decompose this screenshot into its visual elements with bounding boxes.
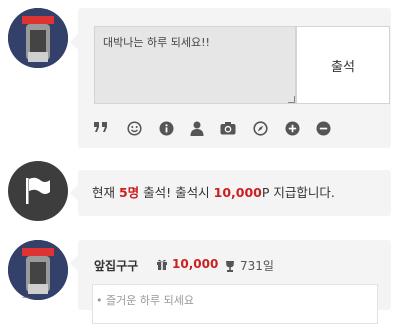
reward-points: 10,000: [213, 185, 262, 200]
minus-circle-icon[interactable]: [314, 119, 332, 137]
compass-icon[interactable]: [251, 119, 269, 137]
attendance-message-input[interactable]: [94, 26, 296, 104]
entry-message: • 즐거운 하루 되세요: [96, 294, 194, 307]
plus-circle-icon[interactable]: [283, 119, 301, 137]
info-icon[interactable]: [157, 119, 175, 137]
gift-icon: [157, 259, 167, 270]
entry-points: 10,000: [156, 257, 218, 271]
notice-text: 현재 5명 출석! 출석시 10,000P 지급합니다.: [92, 185, 335, 200]
camera-icon[interactable]: [219, 119, 237, 137]
entry-rank-label: ㅡ: [22, 294, 31, 304]
entry-username[interactable]: 앞집구구: [94, 257, 138, 274]
quote-icon[interactable]: [92, 119, 110, 137]
trophy-icon: [226, 260, 234, 272]
user-icon[interactable]: [188, 119, 206, 137]
attendance-composer: 출석: [70, 8, 391, 148]
resize-grip-icon[interactable]: [288, 96, 295, 103]
smiley-icon[interactable]: [125, 119, 143, 137]
user-avatar[interactable]: [8, 8, 68, 68]
attendance-notice: 현재 5명 출석! 출석시 10,000P 지급합니다.: [70, 170, 391, 216]
entry-avatar[interactable]: [8, 240, 68, 300]
attendee-count: 5명: [118, 185, 140, 200]
flag-icon: [26, 177, 50, 204]
entry-days: 731일: [224, 257, 274, 274]
attend-button[interactable]: 출석: [296, 26, 390, 104]
notice-flag-avatar: [8, 161, 68, 221]
